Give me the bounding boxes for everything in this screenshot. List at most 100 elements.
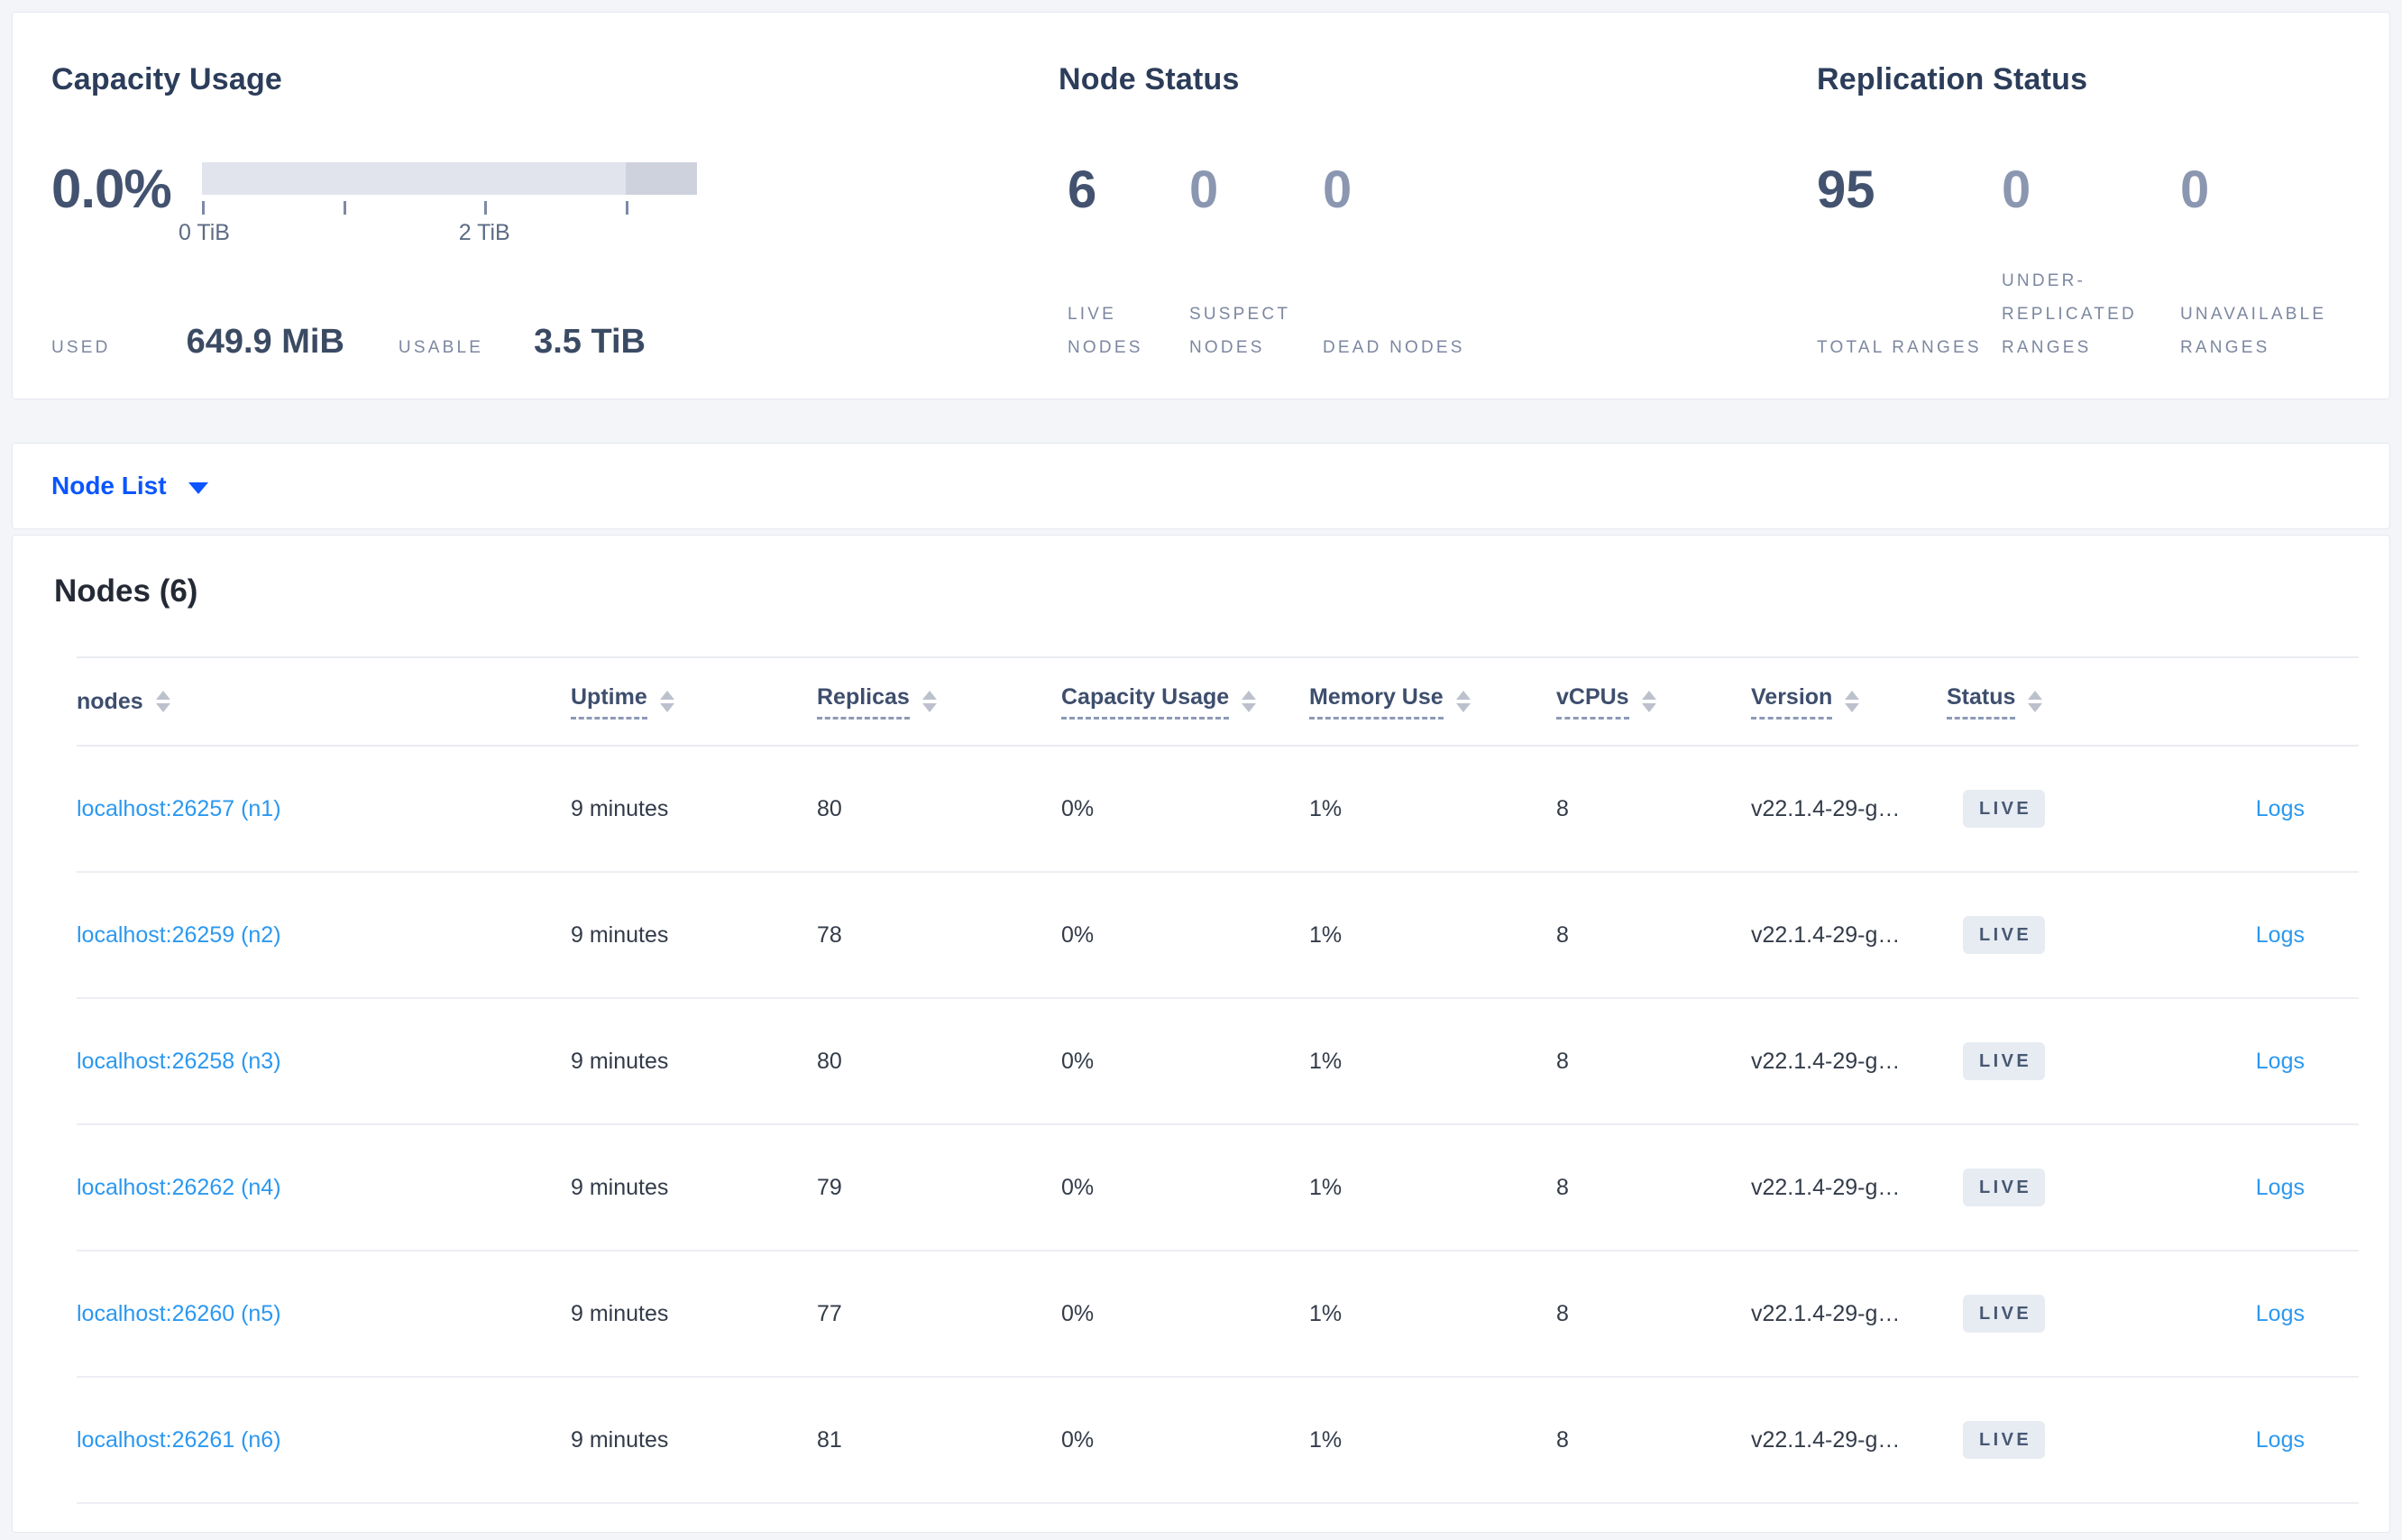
- logs-link[interactable]: Logs: [2256, 1175, 2305, 1200]
- column-header-vcpus-label: vCPUs: [1556, 684, 1629, 720]
- sort-icon: [1641, 691, 1656, 712]
- under-replicated-ranges-value: 0: [2002, 160, 2031, 219]
- logs-link[interactable]: Logs: [2256, 1427, 2305, 1453]
- sort-icon: [659, 691, 674, 712]
- memory-use-cell: 1%: [1309, 1048, 1343, 1074]
- suspect-nodes-label: SUSPECT NODES: [1189, 305, 1290, 357]
- unavailable-ranges-value: 0: [2180, 160, 2210, 219]
- nodes-table-card: Nodes (6) nodes Uptime Replicas Capacity…: [12, 535, 2390, 1533]
- status-badge: LIVE: [1963, 790, 2046, 828]
- version-cell: v22.1.4-29-g…: [1751, 1048, 1901, 1074]
- table-row: localhost:26259 (n2) 9 minutes 78 0% 1% …: [77, 873, 2359, 999]
- capacity-bar-other-segment: [626, 162, 697, 195]
- version-cell: v22.1.4-29-g…: [1751, 795, 1901, 821]
- version-cell: v22.1.4-29-g…: [1751, 921, 1901, 948]
- replication-status-title: Replication Status: [1817, 62, 2088, 96]
- node-address-link[interactable]: localhost:26261 (n6): [77, 1427, 281, 1453]
- uptime-cell: 9 minutes: [571, 1426, 669, 1453]
- vcpus-cell: 8: [1556, 1048, 1569, 1074]
- memory-use-cell: 1%: [1309, 921, 1343, 948]
- node-address-link[interactable]: localhost:26257 (n1): [77, 796, 281, 821]
- vcpus-cell: 8: [1556, 1426, 1569, 1453]
- table-row: localhost:26261 (n6) 9 minutes 81 0% 1% …: [77, 1378, 2359, 1504]
- sort-icon: [1242, 691, 1257, 712]
- capacity-usage-cell: 0%: [1061, 1426, 1095, 1453]
- sort-icon: [155, 691, 170, 712]
- capacity-percent-value: 0.0%: [51, 159, 172, 219]
- capacity-axis-ticks: [201, 201, 697, 215]
- node-status-metrics: 6 LIVE NODES 0 SUSPECT NODES 0 DEAD NODE…: [1059, 162, 1805, 364]
- uptime-cell: 9 minutes: [571, 1048, 669, 1074]
- capacity-usage-cell: 0%: [1061, 795, 1095, 821]
- column-header-capacity-usage[interactable]: Capacity Usage: [1061, 684, 1309, 720]
- column-header-capacity-usage-label: Capacity Usage: [1061, 684, 1230, 720]
- axis-tick: [484, 201, 488, 215]
- node-address-link[interactable]: localhost:26262 (n4): [77, 1175, 281, 1200]
- sort-icon: [921, 691, 937, 712]
- vcpus-cell: 8: [1556, 1300, 1569, 1326]
- usable-label: USABLE: [398, 338, 484, 357]
- usable-value: 3.5 TiB: [534, 323, 646, 361]
- sort-icon: [1455, 691, 1471, 712]
- unavailable-ranges-metric: 0 UNAVAILABLE RANGES: [2180, 162, 2388, 364]
- live-nodes-metric: 6 LIVE NODES: [1059, 162, 1189, 364]
- vcpus-cell: 8: [1556, 921, 1569, 948]
- table-row: localhost:26262 (n4) 9 minutes 79 0% 1% …: [77, 1125, 2359, 1251]
- column-header-vcpus[interactable]: vCPUs: [1556, 684, 1751, 720]
- logs-link[interactable]: Logs: [2256, 796, 2305, 821]
- capacity-usage-section: Capacity Usage 0.0% 0 TiB 2 TiB USED 649…: [51, 62, 1047, 399]
- replicas-cell: 77: [817, 1300, 842, 1326]
- node-list-dropdown[interactable]: Node List: [12, 443, 2390, 529]
- uptime-cell: 9 minutes: [571, 1300, 669, 1326]
- dead-nodes-value: 0: [1323, 160, 1352, 219]
- capacity-usage-cell: 0%: [1061, 921, 1095, 948]
- node-list-dropdown-label: Node List: [51, 472, 167, 500]
- version-cell: v22.1.4-29-g…: [1751, 1174, 1901, 1200]
- column-header-nodes-label: nodes: [77, 688, 143, 714]
- node-address-link[interactable]: localhost:26258 (n3): [77, 1049, 281, 1074]
- column-header-memory-use-label: Memory Use: [1309, 684, 1444, 720]
- axis-tick: [201, 201, 205, 215]
- replicas-cell: 78: [817, 921, 842, 948]
- capacity-axis-labels: 0 TiB 2 TiB: [179, 220, 697, 247]
- logs-link[interactable]: Logs: [2256, 1049, 2305, 1074]
- column-header-status[interactable]: Status: [1947, 684, 2163, 720]
- uptime-cell: 9 minutes: [571, 795, 669, 821]
- used-label: USED: [51, 338, 111, 357]
- node-address-link[interactable]: localhost:26260 (n5): [77, 1301, 281, 1326]
- capacity-usage-chart: 0.0% 0 TiB 2 TiB: [51, 155, 1047, 254]
- axis-tick: [626, 201, 629, 215]
- status-badge: LIVE: [1963, 1421, 2046, 1459]
- replicas-cell: 79: [817, 1174, 842, 1200]
- status-badge: LIVE: [1963, 1295, 2046, 1333]
- capacity-usage-cell: 0%: [1061, 1048, 1095, 1074]
- column-header-nodes[interactable]: nodes: [77, 689, 571, 715]
- replicas-cell: 80: [817, 795, 842, 821]
- column-header-version[interactable]: Version: [1751, 684, 1947, 720]
- replicas-cell: 80: [817, 1048, 842, 1074]
- used-value: 649.9 MiB: [186, 323, 344, 361]
- replication-status-metrics: 95 TOTAL RANGES 0 UNDER-REPLICATED RANGE…: [1817, 162, 2389, 364]
- column-header-uptime-label: Uptime: [571, 684, 647, 720]
- sort-icon: [2028, 691, 2043, 712]
- column-header-replicas[interactable]: Replicas: [817, 684, 1061, 720]
- logs-link[interactable]: Logs: [2256, 1301, 2305, 1326]
- total-ranges-label: TOTAL RANGES: [1817, 338, 1982, 357]
- sort-icon: [1845, 691, 1860, 712]
- capacity-stats: USED 649.9 MiB USABLE 3.5 TiB: [51, 323, 1047, 362]
- node-status-title: Node Status: [1059, 62, 1240, 96]
- column-header-replicas-label: Replicas: [817, 684, 910, 720]
- nodes-table: nodes Uptime Replicas Capacity Usage Mem…: [77, 656, 2359, 1504]
- replication-status-section: Replication Status 95 TOTAL RANGES 0 UND…: [1805, 62, 2389, 399]
- uptime-cell: 9 minutes: [571, 1174, 669, 1200]
- column-header-memory-use[interactable]: Memory Use: [1309, 684, 1556, 720]
- capacity-usage-cell: 0%: [1061, 1174, 1095, 1200]
- under-replicated-ranges-label: UNDER-REPLICATED RANGES: [2002, 271, 2137, 357]
- node-address-link[interactable]: localhost:26259 (n2): [77, 922, 281, 948]
- column-header-uptime[interactable]: Uptime: [571, 684, 817, 720]
- logs-link[interactable]: Logs: [2256, 922, 2305, 948]
- table-row: localhost:26258 (n3) 9 minutes 80 0% 1% …: [77, 999, 2359, 1125]
- axis-tick: [343, 201, 346, 215]
- live-nodes-label: LIVE NODES: [1068, 305, 1143, 357]
- chevron-down-icon: [188, 481, 208, 494]
